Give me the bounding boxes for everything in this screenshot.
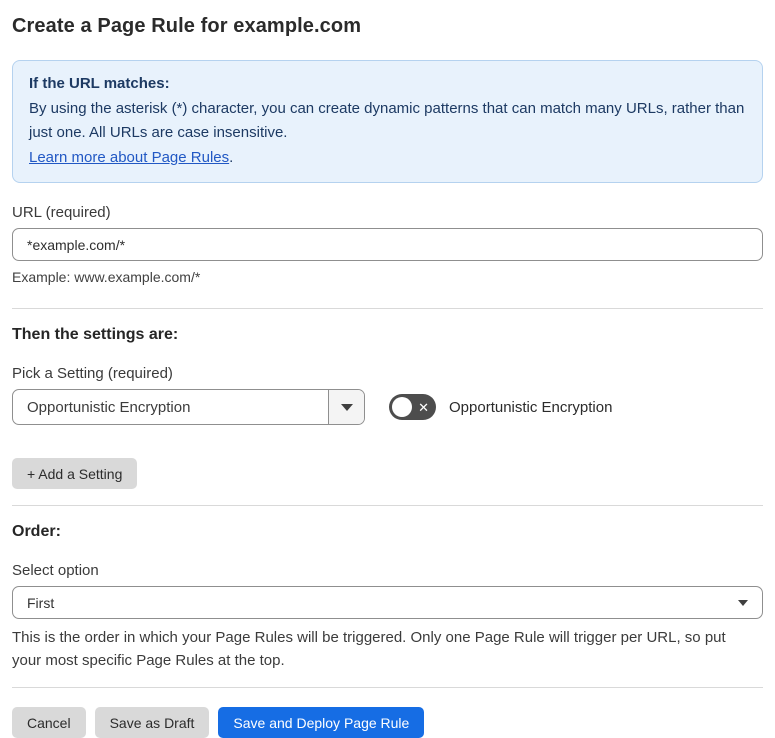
opportunistic-encryption-toggle[interactable]: ✕ xyxy=(389,394,436,420)
url-match-info-callout: If the URL matches: By using the asteris… xyxy=(12,60,763,183)
chevron-down-icon xyxy=(340,403,353,411)
url-example-helper: Example: www.example.com/* xyxy=(12,269,201,285)
chevron-down-icon xyxy=(738,599,748,606)
info-callout-heading: If the URL matches: xyxy=(29,75,170,92)
divider xyxy=(12,687,763,688)
divider xyxy=(12,505,763,506)
toggle-setting-label: Opportunistic Encryption xyxy=(449,398,613,416)
save-and-deploy-button[interactable]: Save and Deploy Page Rule xyxy=(218,707,425,738)
order-section-heading: Order: xyxy=(12,523,61,540)
learn-more-link[interactable]: Learn more about Page Rules xyxy=(29,149,229,166)
select-arrow-button[interactable] xyxy=(328,390,364,424)
order-select-value: First xyxy=(27,594,55,611)
create-page-rule-form: Create a Page Rule for example.com If th… xyxy=(0,0,775,738)
cancel-button[interactable]: Cancel xyxy=(12,707,86,738)
toggle-off-x-icon: ✕ xyxy=(418,399,429,415)
page-title: Create a Page Rule for example.com xyxy=(12,15,362,37)
order-select[interactable]: First xyxy=(12,586,763,619)
order-select-label: Select option xyxy=(12,562,99,579)
settings-section-heading: Then the settings are: xyxy=(12,326,179,343)
pick-setting-label: Pick a Setting (required) xyxy=(12,365,173,382)
info-callout-link-line: Learn more about Page Rules. xyxy=(29,146,746,171)
setting-row: Opportunistic Encryption ✕ Opportunistic… xyxy=(12,389,763,425)
footer-actions: Cancel Save as Draft Save and Deploy Pag… xyxy=(12,707,763,738)
url-input[interactable] xyxy=(12,228,763,261)
save-as-draft-button[interactable]: Save as Draft xyxy=(94,707,210,738)
link-period: . xyxy=(229,148,234,166)
pick-setting-select[interactable]: Opportunistic Encryption xyxy=(12,389,365,425)
url-field-label: URL (required) xyxy=(12,204,111,221)
toggle-knob xyxy=(392,397,412,417)
info-callout-body: By using the asterisk (*) character, you… xyxy=(29,99,745,142)
pick-setting-select-value: Opportunistic Encryption xyxy=(27,398,191,416)
divider xyxy=(12,308,763,309)
add-setting-button[interactable]: + Add a Setting xyxy=(12,458,138,489)
order-helper-text: This is the order in which your Page Rul… xyxy=(12,629,726,669)
